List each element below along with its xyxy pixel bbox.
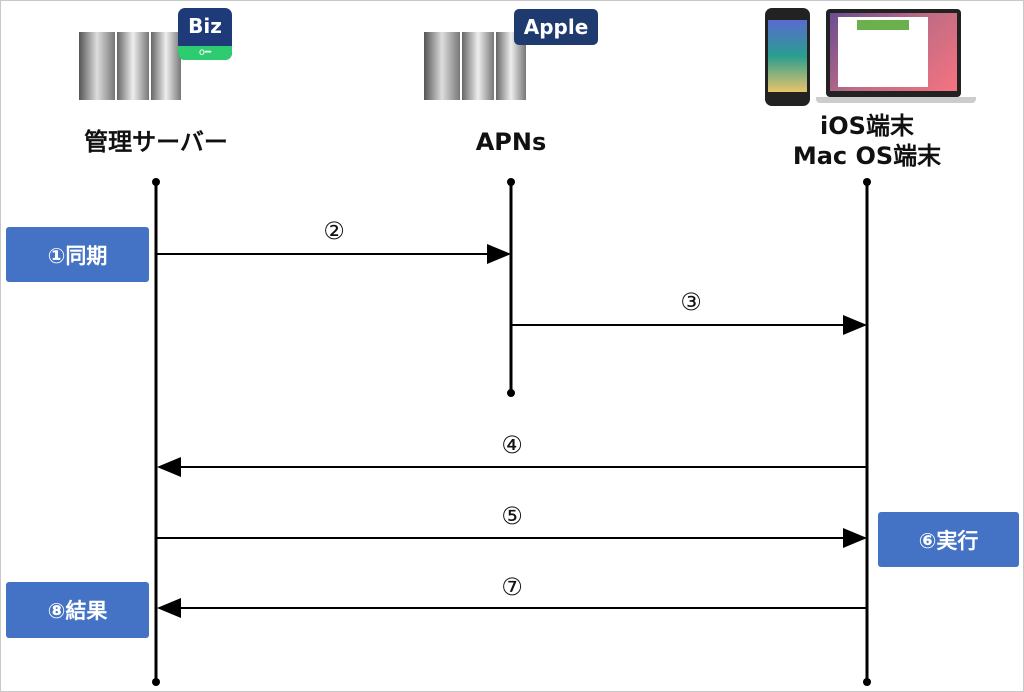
step-1-sync: ①同期 [6,227,149,282]
actor-device-label: iOS端末 [820,112,914,140]
step-2-label: ② [323,217,345,245]
macbook-icon [816,9,976,105]
server-icon [79,26,189,106]
biz-app-icon: Biz o━ [178,8,232,60]
actor-device-label2: Mac OS端末 [792,142,942,170]
sequence-diagram: Biz o━ Apple 管理サーバー APNs iOS端末 Mac OS端末 … [0,0,1024,692]
step-3-label: ③ [680,288,702,316]
iphone-icon [765,8,810,106]
apple-badge: Apple [514,9,598,45]
step-5-label: ⑤ [501,502,523,530]
actor-apns-label: APNs [475,128,547,156]
step-6-execute: ⑥実行 [878,512,1019,567]
actor-server-label: 管理サーバー [84,128,228,156]
step-8-result: ⑧結果 [6,582,149,638]
key-icon: o━ [178,46,232,60]
step-7-label: ⑦ [501,573,523,601]
step-4-label: ④ [501,431,523,459]
